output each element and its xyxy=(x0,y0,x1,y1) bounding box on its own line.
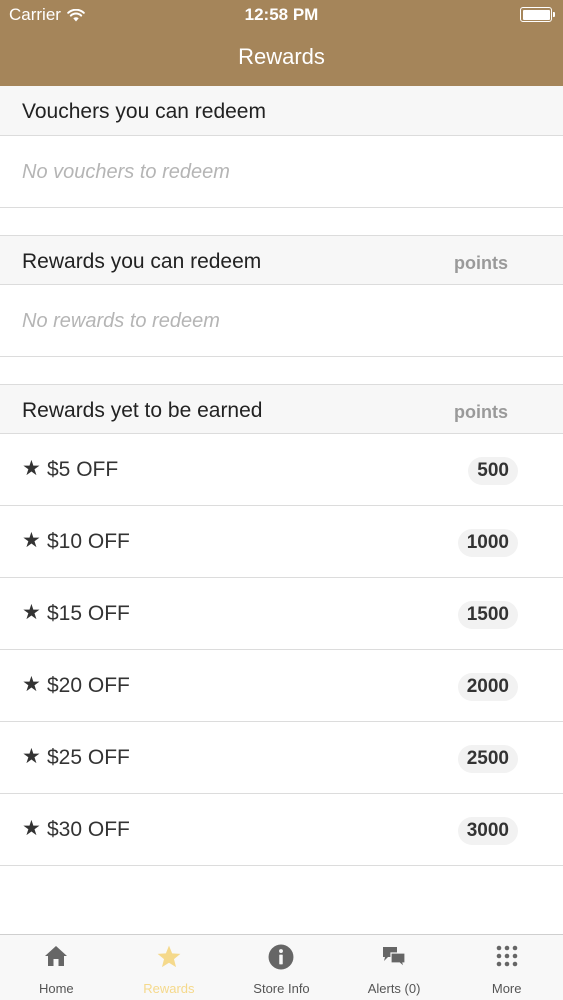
reward-points-badge: 1000 xyxy=(457,529,518,557)
home-icon xyxy=(45,946,68,966)
tab-more[interactable]: More xyxy=(450,935,563,1000)
reward-points-badge: 2500 xyxy=(457,745,518,773)
unearned-points-label: points xyxy=(454,402,508,422)
reward-points-badge: 1500 xyxy=(457,601,518,629)
star-icon: ★ xyxy=(22,601,41,624)
vouchers-empty-message: No vouchers to redeem xyxy=(22,161,230,183)
star-icon xyxy=(157,945,181,968)
battery-icon xyxy=(520,7,555,22)
star-icon: ★ xyxy=(22,817,41,840)
reward-points-badge: 2000 xyxy=(457,673,518,701)
star-icon: ★ xyxy=(22,745,41,768)
tab-label: Alerts (0) xyxy=(367,981,421,996)
reward-row-20-off[interactable]: ★ $20 OFF 2000 xyxy=(0,650,563,722)
reward-points-badge: 3000 xyxy=(457,817,518,845)
reward-label: $25 OFF xyxy=(47,746,130,769)
star-icon: ★ xyxy=(22,529,41,552)
reward-row-10-off[interactable]: ★ $10 OFF 1000 xyxy=(0,506,563,578)
tab-home[interactable]: Home xyxy=(0,935,113,1000)
tab-alerts[interactable]: Alerts (0) xyxy=(338,935,451,1000)
redeemable-points-label: points xyxy=(454,253,508,273)
reward-label: $15 OFF xyxy=(47,602,130,625)
tab-label: More xyxy=(491,981,522,996)
star-icon: ★ xyxy=(22,457,41,480)
reward-label: $20 OFF xyxy=(47,674,130,697)
unearned-section-title: Rewards yet to be earned xyxy=(22,399,263,422)
clock: 12:58 PM xyxy=(244,5,319,24)
tab-bar: Home Rewards Store Info Alerts (0) More xyxy=(0,934,563,1000)
tab-label: Home xyxy=(38,981,74,996)
reward-label: $10 OFF xyxy=(47,530,130,553)
section-spacer xyxy=(0,357,563,384)
redeemable-empty-message: No rewards to redeem xyxy=(22,310,220,332)
unearned-section-header: Rewards yet to be earned points xyxy=(0,384,563,434)
tab-rewards[interactable]: Rewards xyxy=(113,935,226,1000)
reward-row-30-off[interactable]: ★ $30 OFF 3000 xyxy=(0,794,563,866)
info-icon xyxy=(269,944,294,970)
reward-points-badge: 500 xyxy=(468,457,518,485)
grid-dots-icon xyxy=(496,945,517,967)
rewards-list[interactable]: Vouchers you can redeem No vouchers to r… xyxy=(0,86,563,866)
navigation-bar: Carrier 12:58 PM Rewards xyxy=(0,0,563,86)
star-icon: ★ xyxy=(22,673,41,696)
reward-label: $5 OFF xyxy=(47,458,119,481)
redeemable-section-header: Rewards you can redeem points xyxy=(0,235,563,285)
reward-label: $30 OFF xyxy=(47,818,130,841)
vouchers-section-header: Vouchers you can redeem xyxy=(0,86,563,136)
reward-row-5-off[interactable]: ★ $5 OFF 500 xyxy=(0,434,563,506)
tab-label: Rewards xyxy=(143,981,195,996)
reward-row-25-off[interactable]: ★ $25 OFF 2500 xyxy=(0,722,563,794)
tab-label: Store Info xyxy=(253,981,310,996)
status-bar: Carrier 12:58 PM xyxy=(0,0,563,30)
chat-bubbles-icon xyxy=(383,947,406,969)
vouchers-section-title: Vouchers you can redeem xyxy=(22,100,266,123)
section-spacer xyxy=(0,208,563,235)
vouchers-empty-row: No vouchers to redeem xyxy=(0,136,563,208)
tab-store-info[interactable]: Store Info xyxy=(225,935,338,1000)
page-title: Rewards xyxy=(238,44,325,69)
redeemable-section-title: Rewards you can redeem xyxy=(22,250,262,273)
reward-row-15-off[interactable]: ★ $15 OFF 1500 xyxy=(0,578,563,650)
redeemable-empty-row: No rewards to redeem xyxy=(0,285,563,357)
